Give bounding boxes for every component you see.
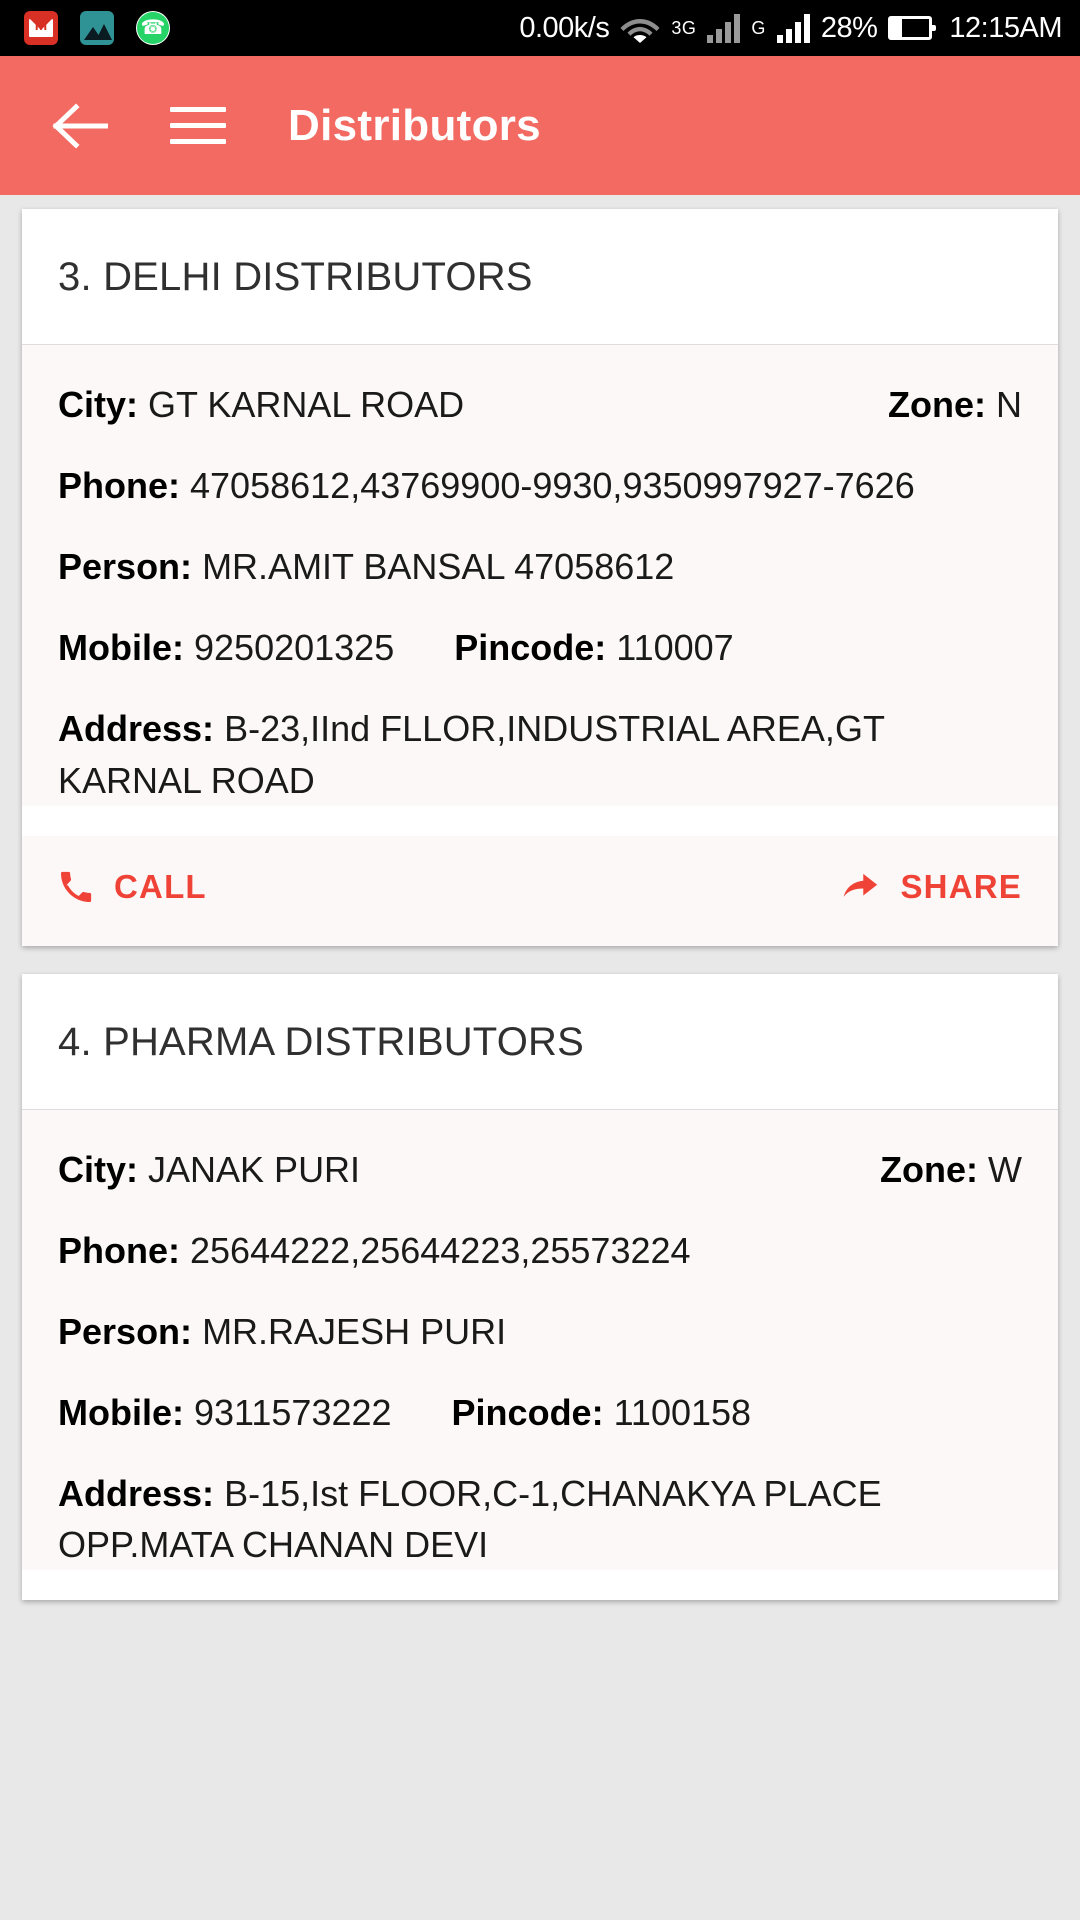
mobile-label: Mobile: [58, 627, 184, 669]
phone-value: 25644222,25644223,25573224 [190, 1229, 691, 1271]
app-bar: Distributors [0, 56, 1080, 195]
card-actions: CALL SHARE [22, 835, 1058, 946]
signal-bars-icon [707, 13, 741, 43]
status-system-icons: 0.00k/s 3G G 28% 12:15AM [519, 12, 1062, 45]
field-mobile: Mobile: 9250201325 [58, 622, 394, 673]
row-mobile-pincode: Mobile: 9250201325 Pincode: 110007 [58, 622, 1022, 673]
row-mobile-pincode: Mobile: 9311573222 Pincode: 1100158 [58, 1387, 1022, 1438]
network-type-label: 3G [671, 17, 697, 38]
address-label: Address: [58, 708, 215, 750]
row-city-zone: City: GT KARNAL ROAD Zone: N [58, 379, 1022, 430]
pincode-value: 1100158 [613, 1391, 752, 1433]
gmail-icon: M [24, 11, 58, 45]
phone-icon [58, 869, 94, 905]
field-city: City: JANAK PURI [58, 1144, 360, 1195]
gallery-icon [80, 11, 114, 45]
field-mobile: Mobile: 9311573222 [58, 1387, 392, 1438]
phone-label: Phone: [58, 465, 180, 507]
field-address: Address: B-23,IInd FLLOR,INDUSTRIAL AREA… [58, 703, 1022, 805]
city-label: City: [58, 1148, 138, 1190]
field-city: City: GT KARNAL ROAD [58, 379, 464, 430]
row-person: Person: MR.AMIT BANSAL 47058612 [58, 541, 1022, 592]
field-person: Person: MR.AMIT BANSAL 47058612 [58, 541, 1022, 592]
zone-label: Zone: [888, 384, 986, 425]
field-zone: Zone: W [850, 1144, 1022, 1195]
share-button[interactable]: SHARE [840, 868, 1022, 906]
whatsapp-icon: ☎ [136, 11, 170, 45]
card-title-row: 3. DELHI DISTRIBUTORS [22, 209, 1058, 345]
back-arrow-icon[interactable] [52, 98, 108, 154]
zone-label: Zone: [880, 1148, 978, 1190]
row-address: Address: B-15,Ist FLOOR,C-1,CHANAKYA PLA… [58, 1468, 1022, 1570]
row-address: Address: B-23,IInd FLLOR,INDUSTRIAL AREA… [58, 703, 1022, 805]
pincode-label: Pincode: [451, 1391, 604, 1433]
city-value: JANAK PURI [148, 1148, 361, 1190]
status-bar: M ☎ 0.00k/s 3G G 28% 12:15AM [0, 0, 1080, 56]
field-pincode: Pincode: 1100158 [452, 1387, 752, 1438]
pincode-value: 110007 [616, 627, 734, 669]
row-phone: Phone: 47058612,43769900-9930,9350997927… [58, 460, 1022, 511]
person-label: Person: [58, 546, 193, 588]
pincode-label: Pincode: [454, 627, 607, 669]
hamburger-menu-icon[interactable] [170, 98, 232, 154]
row-person: Person: MR.RAJESH PURI [58, 1306, 1022, 1357]
field-pincode: Pincode: 110007 [454, 622, 734, 673]
mobile-value: 9250201325 [194, 627, 395, 669]
row-city-zone: City: JANAK PURI Zone: W [58, 1144, 1022, 1195]
zone-value: N [996, 384, 1022, 425]
person-value: MR.RAJESH PURI [202, 1310, 507, 1352]
address-label: Address: [58, 1473, 215, 1515]
battery-icon [888, 16, 937, 40]
wifi-icon [620, 13, 660, 43]
distributor-list[interactable]: 3. DELHI DISTRIBUTORS City: GT KARNAL RO… [0, 195, 1080, 1920]
person-value: MR.AMIT BANSAL 47058612 [202, 546, 675, 588]
person-label: Person: [58, 1310, 193, 1352]
distributor-name: 3. DELHI DISTRIBUTORS [58, 255, 533, 299]
distributor-name: 4. PHARMA DISTRIBUTORS [58, 1019, 584, 1064]
field-phone: Phone: 47058612,43769900-9930,9350997927… [58, 460, 1022, 511]
network-speed-text: 0.00k/s [519, 11, 610, 44]
field-address: Address: B-15,Ist FLOOR,C-1,CHANAKYA PLA… [58, 1468, 1022, 1570]
zone-value: W [988, 1148, 1022, 1190]
sim2-type-label: G [751, 17, 766, 38]
share-button-label: SHARE [900, 867, 1022, 905]
page-title: Distributors [288, 100, 541, 150]
card-title-row: 4. PHARMA DISTRIBUTORS [22, 973, 1058, 1110]
phone-value: 47058612,43769900-9930,9350997927-7626 [190, 465, 915, 507]
clock-text: 12:15AM [949, 11, 1062, 44]
mobile-label: Mobile: [58, 1391, 184, 1433]
battery-percent-text: 28% [820, 11, 878, 44]
field-phone: Phone: 25644222,25644223,25573224 [58, 1225, 1022, 1276]
city-value: GT KARNAL ROAD [148, 384, 465, 425]
phone-label: Phone: [58, 1229, 180, 1271]
row-phone: Phone: 25644222,25644223,25573224 [58, 1225, 1022, 1276]
card-body: City: JANAK PURI Zone: W Phone: 25644222… [22, 1109, 1058, 1571]
field-zone: Zone: N [858, 379, 1022, 430]
share-arrow-icon [840, 869, 880, 905]
call-button-label: CALL [114, 867, 207, 905]
card-body: City: GT KARNAL ROAD Zone: N Phone: 4705… [22, 345, 1058, 806]
status-notification-icons: M ☎ [24, 11, 170, 45]
signal-bars-icon-2 [776, 13, 810, 43]
field-person: Person: MR.RAJESH PURI [58, 1306, 1022, 1357]
distributor-card[interactable]: 4. PHARMA DISTRIBUTORS City: JANAK PURI … [22, 973, 1058, 1601]
mobile-value: 9311573222 [194, 1391, 392, 1433]
city-label: City: [58, 384, 138, 425]
distributor-card[interactable]: 3. DELHI DISTRIBUTORS City: GT KARNAL RO… [22, 209, 1058, 946]
call-button[interactable]: CALL [58, 868, 207, 906]
